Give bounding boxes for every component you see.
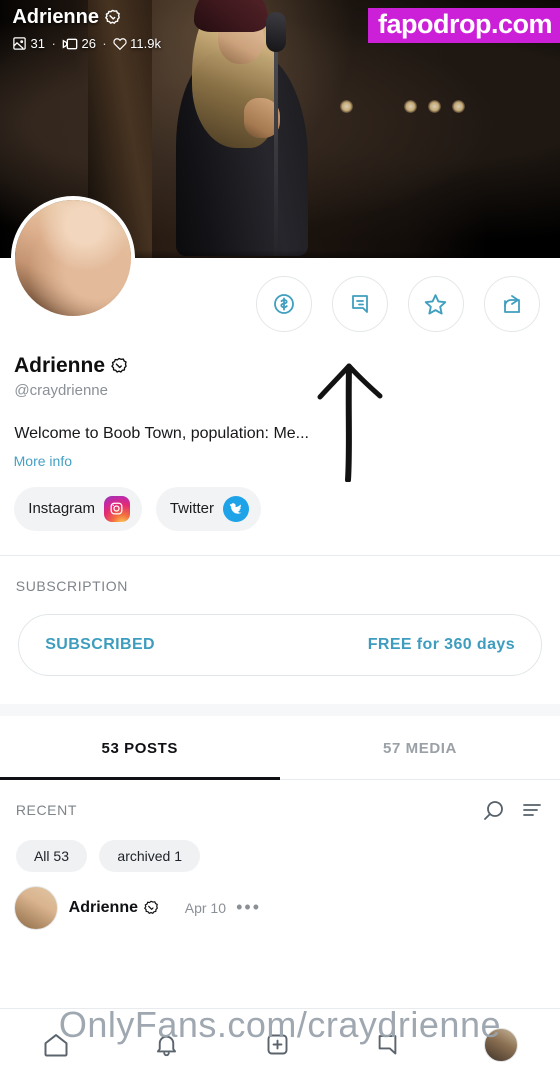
social-links: Twitter Instagram: [0, 469, 560, 531]
chip-all[interactable]: All 53: [16, 839, 88, 872]
tab-media[interactable]: 57 MEDIA: [280, 716, 560, 780]
post-author-text: Adrienne: [69, 898, 139, 916]
url-watermark: OnlyFans.com/craydrienne: [58, 1004, 502, 1045]
instagram-icon: [103, 495, 130, 522]
banner-name-text: Adrienne: [12, 6, 99, 28]
videos-count: 26: [81, 36, 97, 51]
app-screen: Adrienne 11.9k · 26 · 31 fapodrop.com Ad…: [0, 0, 560, 1080]
twitter-label: Twitter: [169, 500, 214, 518]
filter-sort-icon: [523, 803, 541, 816]
avatar-image: [15, 200, 131, 316]
message-button[interactable]: [332, 276, 388, 332]
recent-label: RECENT: [16, 801, 78, 818]
share-button[interactable]: [484, 276, 540, 332]
subscription-status: SUBSCRIBED: [45, 635, 155, 653]
chip-archived-label: archived 1: [117, 847, 182, 864]
subscription-title: SUBSCRIPTION: [16, 577, 129, 594]
section-spacer: [0, 703, 560, 716]
post-more-button[interactable]: •••: [237, 897, 262, 918]
tab-media-label: 57 MEDIA: [383, 739, 457, 757]
instagram-label: Instagram: [28, 500, 95, 518]
profile-identity: Adrienne @craydrienne Welcome to Boob To…: [0, 332, 560, 469]
verified-badge-icon: [143, 900, 159, 916]
chip-all-label: All 53: [34, 847, 70, 864]
tip-button[interactable]: [256, 276, 312, 332]
content-tabs: 53 POSTS 57 MEDIA: [0, 715, 560, 780]
stat-separator-2: ·: [51, 36, 56, 51]
stat-separator-1: ·: [102, 36, 107, 51]
profile-avatar[interactable]: [11, 196, 135, 320]
twitter-link[interactable]: Twitter: [155, 486, 261, 531]
banner-stats: 11.9k · 26 · 31: [12, 36, 161, 51]
sort-filter-button[interactable]: [520, 798, 544, 822]
chip-archived[interactable]: archived 1: [99, 839, 200, 872]
tab-posts-label: 53 POSTS: [101, 739, 179, 757]
star-icon: [425, 293, 447, 315]
stat-likes: 11.9k: [112, 36, 162, 51]
profile-handle: @craydrienne: [14, 382, 108, 399]
search-button[interactable]: [482, 798, 506, 822]
photos-count: 31: [31, 36, 46, 51]
post-date: Apr 10: [184, 899, 226, 916]
site-watermark: fapodrop.com: [368, 8, 560, 43]
chat-icon: [352, 295, 368, 313]
subscription-section: SUBSCRIPTION SUBSCRIBED FREE for 360 day…: [0, 556, 560, 676]
search-icon: [484, 800, 503, 820]
banner-display-name: Adrienne: [12, 6, 121, 29]
post-item[interactable]: Adrienne Apr 10 •••: [0, 872, 560, 930]
more-info-link: More info: [14, 452, 73, 469]
twitter-icon: [222, 495, 249, 522]
verified-badge-icon: [104, 9, 121, 26]
video-icon: [62, 38, 78, 49]
post-author-name: Adrienne: [69, 899, 159, 917]
post-author-avatar[interactable]: [14, 885, 58, 930]
instagram-link[interactable]: Instagram: [14, 486, 142, 531]
subscription-button[interactable]: SUBSCRIBED FREE for 360 days: [18, 613, 542, 676]
banner-stage-lights: [305, 100, 465, 114]
stat-videos: 26: [62, 36, 96, 51]
share-icon: [504, 295, 520, 313]
dollar-circle-icon: [274, 294, 294, 314]
profile-display-name: Adrienne: [14, 354, 546, 378]
favorite-button[interactable]: [408, 276, 464, 332]
stat-photos: 31: [12, 36, 45, 51]
tab-posts[interactable]: 53 POSTS: [0, 715, 280, 780]
profile-name-text: Adrienne: [14, 354, 106, 377]
heart-icon: [112, 37, 127, 50]
post-more-label: •••: [236, 897, 262, 918]
verified-badge-icon: [110, 357, 128, 375]
profile-bio: Welcome to Boob Town, population: Me...: [14, 425, 309, 442]
likes-count: 11.9k: [130, 36, 162, 51]
subscription-price: FREE for 360 days: [367, 635, 515, 653]
filter-row: RECENT: [0, 780, 560, 822]
photo-icon: [13, 37, 26, 50]
filter-chips: All 53 archived 1: [0, 822, 560, 872]
